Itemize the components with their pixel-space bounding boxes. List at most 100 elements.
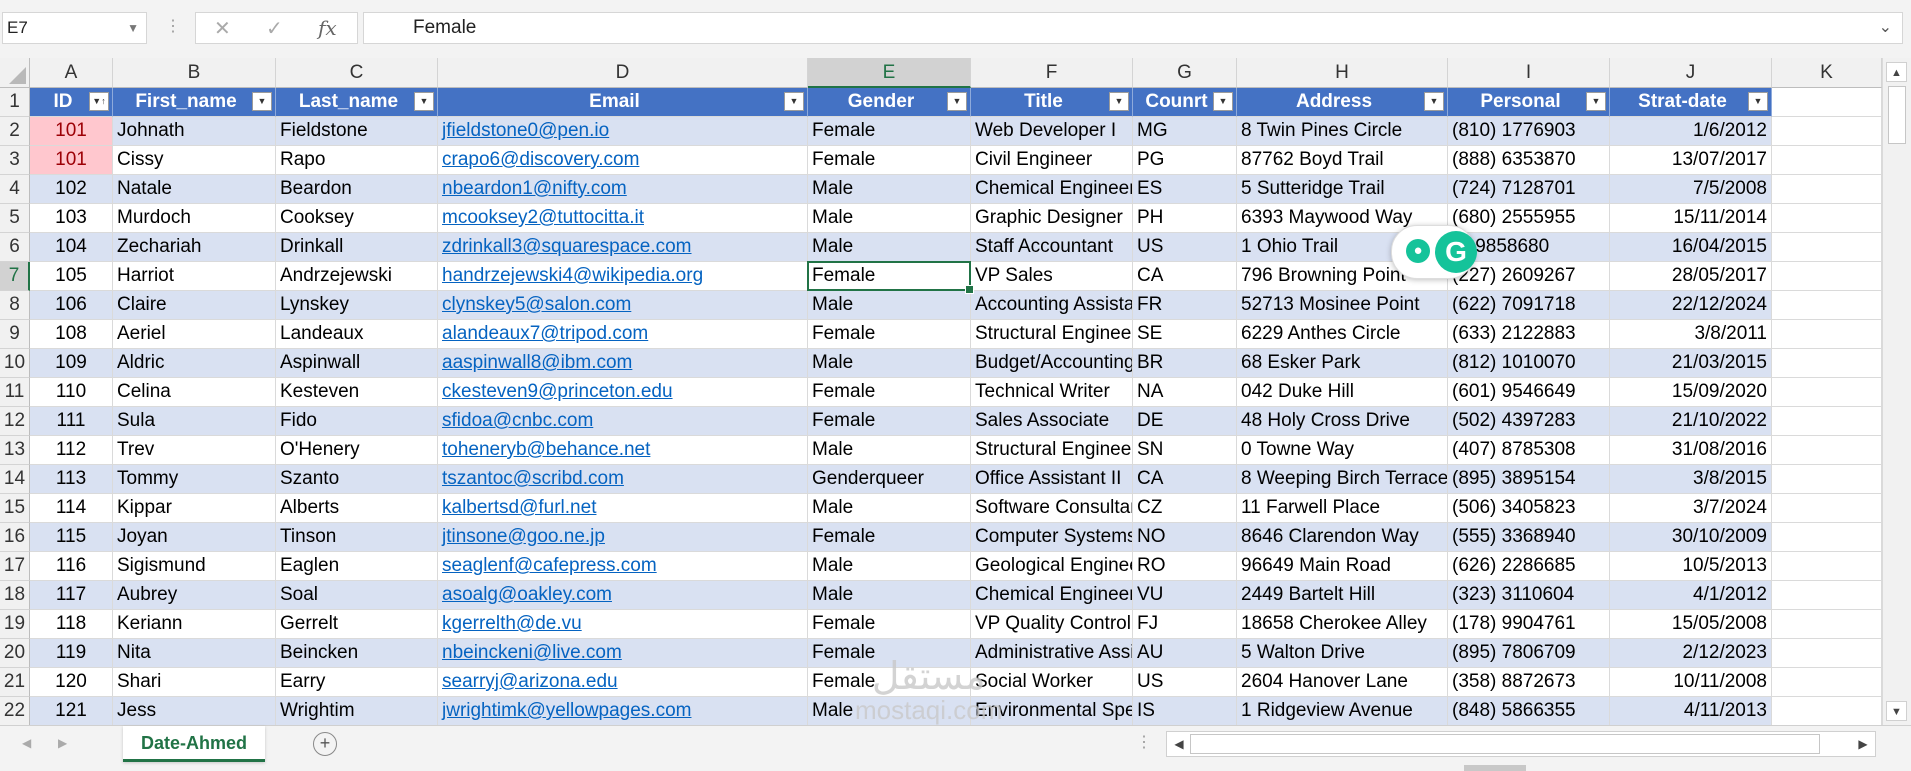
cell-last-name[interactable]: Rapo: [276, 146, 438, 175]
cell-k11[interactable]: [1772, 378, 1882, 407]
cell-email[interactable]: seaglenf@cafepress.com: [438, 552, 808, 581]
cell-id[interactable]: 109: [30, 349, 113, 378]
cell-address[interactable]: 87762 Boyd Trail: [1237, 146, 1448, 175]
cell-country[interactable]: SN: [1133, 436, 1237, 465]
row-header-3[interactable]: 3: [0, 146, 30, 175]
cell-k14[interactable]: [1772, 465, 1882, 494]
cell-first-name[interactable]: Aeriel: [113, 320, 276, 349]
cell-last-name[interactable]: Drinkall: [276, 233, 438, 262]
column-header-g[interactable]: G: [1133, 58, 1237, 88]
table-header-first-name[interactable]: First_name ▼: [113, 88, 276, 117]
cell-first-name[interactable]: Trev: [113, 436, 276, 465]
cell-k18[interactable]: [1772, 581, 1882, 610]
cell-strat-date[interactable]: 7/5/2008: [1610, 175, 1772, 204]
cell-address[interactable]: 0 Towne Way: [1237, 436, 1448, 465]
table-header-country[interactable]: Counrt ▼: [1133, 88, 1237, 117]
horizontal-scroll-thumb[interactable]: [1190, 734, 1820, 754]
cell-last-name[interactable]: Landeaux: [276, 320, 438, 349]
cell-k4[interactable]: [1772, 175, 1882, 204]
cell-first-name[interactable]: Murdoch: [113, 204, 276, 233]
cell-last-name[interactable]: Beardon: [276, 175, 438, 204]
cell-strat-date[interactable]: 10/5/2013: [1610, 552, 1772, 581]
table-header-address[interactable]: Address ▼: [1237, 88, 1448, 117]
cell-title[interactable]: Office Assistant II: [971, 465, 1133, 494]
cell-gender[interactable]: Male: [808, 175, 971, 204]
cell-first-name[interactable]: Natale: [113, 175, 276, 204]
cell-email[interactable]: ckesteven9@princeton.edu: [438, 378, 808, 407]
filter-dropdown-icon[interactable]: ▼: [784, 92, 804, 111]
cell-k8[interactable]: [1772, 291, 1882, 320]
cell-gender[interactable]: Female: [808, 407, 971, 436]
cell-k9[interactable]: [1772, 320, 1882, 349]
cell-address[interactable]: 11 Farwell Place: [1237, 494, 1448, 523]
cell-gender[interactable]: Female: [808, 117, 971, 146]
row-header-1[interactable]: 1: [0, 88, 30, 117]
cell-address[interactable]: 1 Ridgeview Avenue: [1237, 697, 1448, 725]
cell-title[interactable]: Budget/Accounting: [971, 349, 1133, 378]
cell-email[interactable]: jtinsone@goo.ne.jp: [438, 523, 808, 552]
row-header-21[interactable]: 21: [0, 668, 30, 697]
filter-dropdown-icon[interactable]: ▼: [1109, 92, 1129, 111]
cell-k13[interactable]: [1772, 436, 1882, 465]
table-header-last-name[interactable]: Last_name ▼: [276, 88, 438, 117]
cell-country[interactable]: ES: [1133, 175, 1237, 204]
next-sheet-icon[interactable]: ▶: [58, 736, 67, 750]
column-header-k[interactable]: K: [1772, 58, 1882, 88]
table-header-id[interactable]: ID ▼↑: [30, 88, 113, 117]
cell-email[interactable]: clynskey5@salon.com: [438, 291, 808, 320]
filter-dropdown-icon[interactable]: ▼: [414, 92, 434, 111]
filter-dropdown-icon[interactable]: ▼: [1586, 92, 1606, 111]
cell-country[interactable]: DE: [1133, 407, 1237, 436]
row-header-17[interactable]: 17: [0, 552, 30, 581]
cell-personal[interactable]: (227) 2609267: [1448, 262, 1610, 291]
scroll-down-icon[interactable]: ▼: [1886, 701, 1907, 721]
cell-id[interactable]: 102: [30, 175, 113, 204]
row-header-20[interactable]: 20: [0, 639, 30, 668]
column-header-h[interactable]: H: [1237, 58, 1448, 88]
cell-personal[interactable]: (810) 1776903: [1448, 117, 1610, 146]
cell-last-name[interactable]: Szanto: [276, 465, 438, 494]
row-header-11[interactable]: 11: [0, 378, 30, 407]
cell-last-name[interactable]: Kesteven: [276, 378, 438, 407]
cell-title[interactable]: Staff Accountant: [971, 233, 1133, 262]
cell-id[interactable]: 103: [30, 204, 113, 233]
more-options-icon[interactable]: ⋮: [1136, 732, 1152, 752]
cell-k16[interactable]: [1772, 523, 1882, 552]
cell-address[interactable]: 042 Duke Hill: [1237, 378, 1448, 407]
cell-last-name[interactable]: Fieldstone: [276, 117, 438, 146]
cell-country[interactable]: NO: [1133, 523, 1237, 552]
cell-first-name[interactable]: Sula: [113, 407, 276, 436]
cell-strat-date[interactable]: 31/08/2016: [1610, 436, 1772, 465]
cell-country[interactable]: SE: [1133, 320, 1237, 349]
cell-personal[interactable]: (407) 8785308: [1448, 436, 1610, 465]
cell-gender[interactable]: Female: [808, 523, 971, 552]
cell-id[interactable]: 101: [30, 117, 113, 146]
cell-address[interactable]: 8 Twin Pines Circle: [1237, 117, 1448, 146]
cell-id[interactable]: 105: [30, 262, 113, 291]
cell-last-name[interactable]: Soal: [276, 581, 438, 610]
column-header-j[interactable]: J: [1610, 58, 1772, 88]
cell-first-name[interactable]: Keriann: [113, 610, 276, 639]
cell-gender[interactable]: Male: [808, 494, 971, 523]
cell-k17[interactable]: [1772, 552, 1882, 581]
column-header-b[interactable]: B: [113, 58, 276, 88]
cell-strat-date[interactable]: 4/1/2012: [1610, 581, 1772, 610]
cell-title[interactable]: Graphic Designer: [971, 204, 1133, 233]
row-header-5[interactable]: 5: [0, 204, 30, 233]
cell-country[interactable]: AU: [1133, 639, 1237, 668]
cell-personal[interactable]: (895) 3895154: [1448, 465, 1610, 494]
cell-email[interactable]: jfieldstone0@pen.io: [438, 117, 808, 146]
cell-country[interactable]: US: [1133, 233, 1237, 262]
cell-first-name[interactable]: Nita: [113, 639, 276, 668]
cell-email[interactable]: nbeinckeni@live.com: [438, 639, 808, 668]
cell-country[interactable]: IS: [1133, 697, 1237, 725]
cell-k19[interactable]: [1772, 610, 1882, 639]
cell-gender[interactable]: Genderqueer: [808, 465, 971, 494]
expand-formula-icon[interactable]: ⌄: [1879, 13, 1892, 43]
filter-dropdown-icon[interactable]: ▼: [252, 92, 272, 111]
cell-personal[interactable]: (601) 9546649: [1448, 378, 1610, 407]
cell-k1[interactable]: [1772, 88, 1882, 117]
cell-first-name[interactable]: Sigismund: [113, 552, 276, 581]
cell-first-name[interactable]: Aldric: [113, 349, 276, 378]
cell-email[interactable]: kalbertsd@furl.net: [438, 494, 808, 523]
